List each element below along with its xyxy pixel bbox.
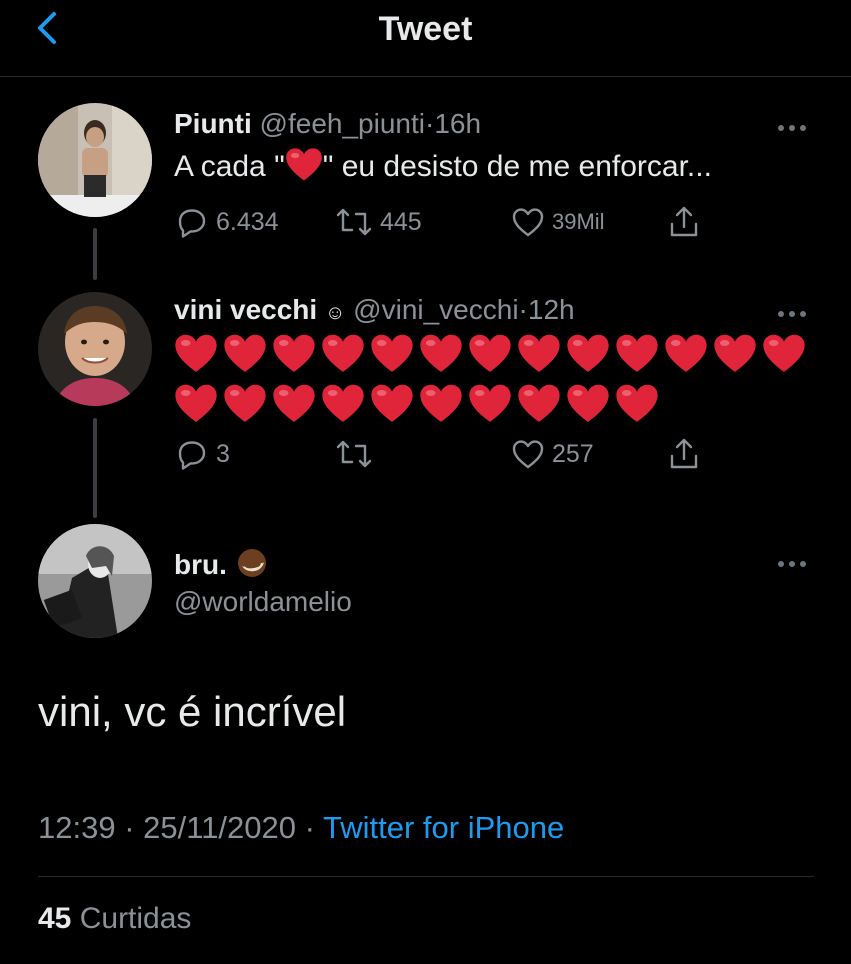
- tweet-text-after: " eu desisto de me enforcar...: [322, 150, 712, 183]
- author-handle[interactable]: @worldamelio: [174, 586, 352, 618]
- red-heart-emoji: [714, 334, 756, 372]
- meta-separator: ·: [424, 108, 435, 139]
- author-name[interactable]: Piunti: [174, 108, 252, 139]
- red-heart-emoji: [763, 334, 805, 372]
- reply-button[interactable]: 6.434: [174, 204, 279, 240]
- red-heart-emoji: [273, 334, 315, 372]
- divider: [38, 876, 814, 877]
- share-icon: [670, 206, 698, 237]
- red-heart-emoji: [285, 148, 322, 181]
- author-name[interactable]: vini vecchi: [174, 294, 317, 325]
- reply-icon: [178, 441, 206, 470]
- reply-icon: [178, 209, 206, 238]
- share-button[interactable]: [666, 436, 702, 472]
- source-link[interactable]: Twitter for iPhone: [323, 810, 564, 845]
- retweet-count: 445: [380, 207, 422, 236]
- red-heart-emoji: [224, 334, 266, 372]
- red-heart-emoji: [322, 334, 364, 372]
- tweet-timestamp: 12:39 · 25/11/2020 · Twitter for iPhone: [38, 810, 564, 846]
- red-heart-emoji: [371, 384, 413, 422]
- red-heart-emoji: [371, 334, 413, 372]
- likes-label: Curtidas: [79, 902, 192, 935]
- red-heart-emoji: [469, 384, 511, 422]
- tweet-actions: 3 257: [174, 436, 814, 476]
- top-bar: Tweet: [0, 0, 851, 77]
- retweet-icon: [336, 440, 372, 468]
- red-heart-emoji: [420, 384, 462, 422]
- like-button[interactable]: 257: [510, 436, 594, 472]
- avatar[interactable]: [38, 524, 152, 638]
- red-heart-emoji: [616, 334, 658, 372]
- retweet-icon: [336, 208, 372, 236]
- share-icon: [670, 438, 698, 469]
- smiley-emoji: ☺: [324, 302, 346, 324]
- like-count: 39Mil: [552, 209, 605, 234]
- thread-connector: [93, 418, 97, 518]
- coconut-emoji: [237, 549, 266, 577]
- page-title: Tweet: [378, 10, 473, 48]
- red-heart-emoji: [518, 384, 560, 422]
- red-heart-emoji: [469, 334, 511, 372]
- reply-count: 6.434: [216, 207, 279, 236]
- red-heart-emoji: [567, 384, 609, 422]
- reply-count: 3: [216, 439, 230, 468]
- timestamp-separator: ·: [124, 810, 135, 845]
- share-button[interactable]: [666, 204, 702, 240]
- red-heart-emoji: [273, 384, 315, 422]
- red-heart-emoji: [616, 384, 658, 422]
- more-options-button[interactable]: [778, 554, 814, 567]
- main-author: bru.: [174, 546, 269, 581]
- retweet-button[interactable]: [334, 436, 380, 472]
- red-heart-emoji: [518, 334, 560, 372]
- red-heart-emoji: [175, 384, 217, 422]
- likes-summary[interactable]: 45 Curtidas: [38, 902, 191, 936]
- tweet-text: A cada " " eu desisto de me enforcar...: [174, 146, 712, 184]
- red-heart-emoji: [567, 334, 609, 372]
- like-button[interactable]: 39Mil: [510, 204, 605, 240]
- meta-separator: ·: [518, 294, 528, 325]
- more-options-button[interactable]: [778, 118, 814, 131]
- more-options-button[interactable]: [778, 304, 814, 317]
- red-heart-emoji: [175, 334, 217, 372]
- likes-count: 45: [38, 902, 72, 935]
- red-heart-emoji: [420, 334, 462, 372]
- tweet-meta: vini vecchi ☺ @vini_vecchi·12h: [174, 294, 575, 326]
- avatar[interactable]: [38, 292, 152, 406]
- retweet-button[interactable]: 445: [334, 204, 422, 240]
- heart-outline-icon: [512, 440, 544, 469]
- red-heart-emoji: [224, 384, 266, 422]
- tweet-time: 16h: [434, 108, 482, 139]
- thread-connector: [93, 228, 97, 280]
- timestamp-separator: ·: [304, 810, 315, 845]
- tweet-text-hearts: [174, 332, 814, 432]
- tweet-text-before: A cada ": [174, 150, 285, 183]
- reply-button[interactable]: 3: [174, 436, 230, 472]
- red-heart-emoji: [322, 384, 364, 422]
- heart-outline-icon: [512, 208, 544, 237]
- author-handle[interactable]: @vini_vecchi: [353, 294, 518, 325]
- tweet-time: 12h: [527, 294, 575, 325]
- tweet-meta: Piunti @feeh_piunti·16h: [174, 108, 481, 140]
- avatar[interactable]: [38, 103, 152, 217]
- main-tweet-text: vini, vc é incrível: [38, 688, 347, 735]
- date: 25/11/2020: [143, 810, 297, 845]
- author-handle[interactable]: @feeh_piunti: [260, 108, 425, 139]
- like-count: 257: [552, 439, 594, 468]
- tweet-actions: 6.434 445 39Mil: [174, 204, 814, 244]
- time: 12:39: [38, 810, 116, 845]
- author-name[interactable]: bru.: [174, 549, 227, 580]
- red-heart-emoji: [665, 334, 707, 372]
